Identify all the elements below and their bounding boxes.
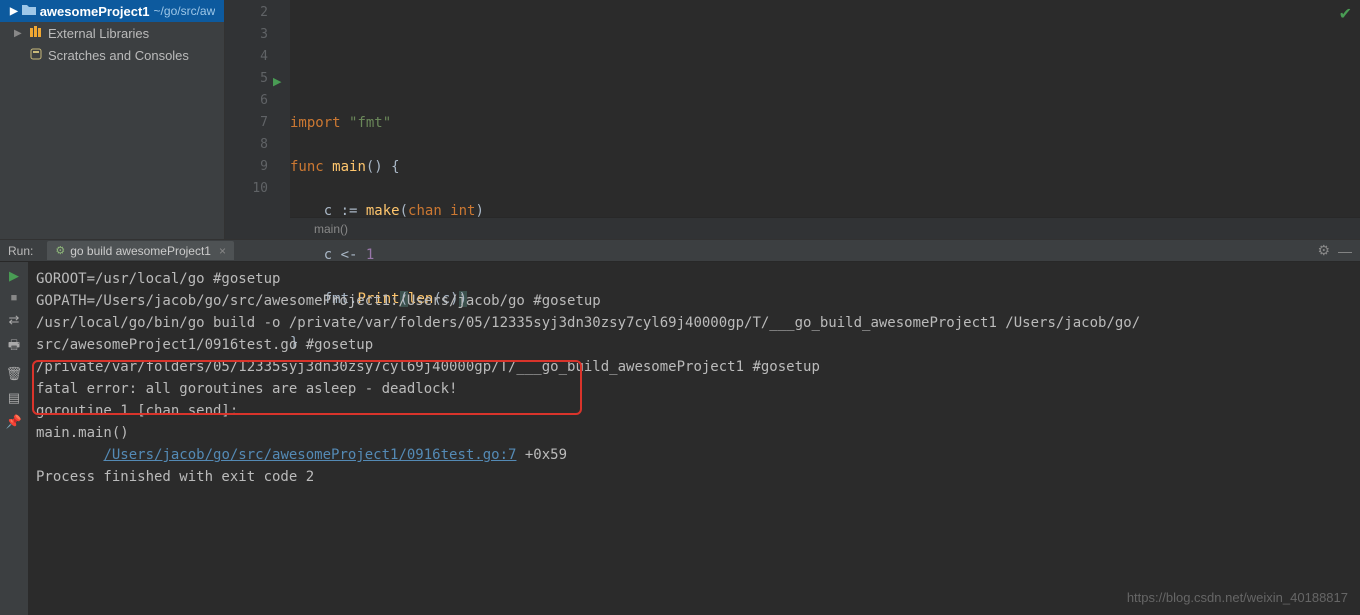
console-output[interactable]: GOROOT=/usr/local/go #gosetup GOPATH=/Us… — [28, 262, 1360, 615]
external-libraries[interactable]: ▶ External Libraries — [0, 22, 224, 44]
text: c <- — [324, 247, 366, 263]
close-icon[interactable]: × — [219, 244, 226, 258]
file-link[interactable]: /Users/jacob/go/src/awesomeProject1/0916… — [103, 447, 516, 463]
text: () { — [366, 159, 400, 175]
run-label: Run: — [4, 244, 37, 258]
line-number: 4 — [260, 46, 268, 68]
pin-icon[interactable]: 📌 — [6, 414, 22, 430]
line-number: 7 — [260, 112, 268, 134]
import-path: "fmt" — [349, 115, 391, 131]
chevron-right-icon: ▶ — [14, 28, 24, 39]
project-root[interactable]: ▶ awesomeProject1 ~/go/src/aw — [0, 0, 224, 22]
run-config-tab[interactable]: ⚙ go build awesomeProject1 × — [47, 241, 234, 260]
console-line: main.main() — [36, 422, 1352, 444]
project-name: awesomeProject1 — [40, 4, 150, 19]
console-line: src/awesomeProject1/0916test.go #gosetup — [36, 334, 1352, 356]
console-line: GOPATH=/Users/jacob/go/src/awesomeProjec… — [36, 290, 1352, 312]
toggle-soft-wrap-icon[interactable]: ⇄ — [9, 312, 20, 328]
folder-icon — [22, 4, 36, 19]
status-ok-icon: ✔ — [1339, 4, 1352, 24]
line-number: 6 — [260, 90, 268, 112]
code-editor[interactable]: 2 3 4 5 6 7 8 9 10 ▶ import "fmt" func m… — [225, 0, 1360, 239]
stop-icon[interactable]: ■ — [11, 292, 18, 304]
line-number: 2 — [260, 2, 268, 24]
run-panel: ▶ ■ ⇄ 🖶 🗑 ▤ 📌 GOROOT=/usr/local/go #gose… — [0, 262, 1360, 615]
run-toolbar: ▶ ■ ⇄ 🖶 🗑 ▤ 📌 — [0, 262, 28, 615]
fn-main: main — [332, 159, 366, 175]
editor-and-sidebar: ▶ awesomeProject1 ~/go/src/aw ▶ External… — [0, 0, 1360, 240]
tree-item-label: External Libraries — [48, 26, 149, 41]
trash-icon[interactable]: 🗑 — [6, 366, 23, 382]
scratches-and-consoles[interactable]: Scratches and Consoles — [0, 44, 224, 66]
console-line: GOROOT=/usr/local/go #gosetup — [36, 268, 1352, 290]
library-icon — [29, 26, 43, 41]
watermark: https://blog.csdn.net/weixin_40188817 — [1127, 587, 1348, 609]
console-line: Process finished with exit code 2 — [36, 466, 1352, 488]
line-number: 8 — [260, 134, 268, 156]
tree-item-label: Scratches and Consoles — [48, 48, 189, 63]
line-number: 10 — [252, 178, 268, 200]
kw-import: import — [290, 115, 341, 131]
line-number: 3 — [260, 24, 268, 46]
run-tab-label: go build awesomeProject1 — [70, 244, 211, 258]
chevron-right-icon: ▶ — [10, 6, 18, 17]
console-line: /usr/local/go/bin/go build -o /private/v… — [36, 312, 1352, 334]
console-line: /private/var/folders/05/12335syj3dn30zsy… — [36, 356, 1352, 378]
console-line: /Users/jacob/go/src/awesomeProject1/0916… — [36, 444, 1352, 466]
code-content[interactable]: import "fmt" func main() { c := make(cha… — [290, 0, 1360, 239]
line-number: 9 — [260, 156, 268, 178]
line-number: 5 — [260, 68, 268, 90]
rerun-icon[interactable]: ▶ — [9, 268, 19, 284]
console-error-line: fatal error: all goroutines are asleep -… — [36, 378, 1352, 400]
kw-func: func — [290, 159, 324, 175]
scratch-icon — [29, 48, 43, 63]
run-gutter-icon[interactable]: ▶ — [273, 75, 281, 88]
gutter: 2 3 4 5 6 7 8 9 10 ▶ — [225, 0, 290, 239]
breadcrumb[interactable]: main() — [290, 217, 1360, 239]
layout-icon[interactable]: ▤ — [8, 390, 20, 406]
project-path: ~/go/src/aw — [154, 4, 216, 18]
go-icon: ⚙ — [55, 244, 65, 257]
console-line: goroutine 1 [chan send]: — [36, 400, 1352, 422]
num-literal: 1 — [366, 247, 374, 263]
project-sidebar: ▶ awesomeProject1 ~/go/src/aw ▶ External… — [0, 0, 225, 239]
print-icon[interactable]: 🖶 — [8, 336, 20, 358]
